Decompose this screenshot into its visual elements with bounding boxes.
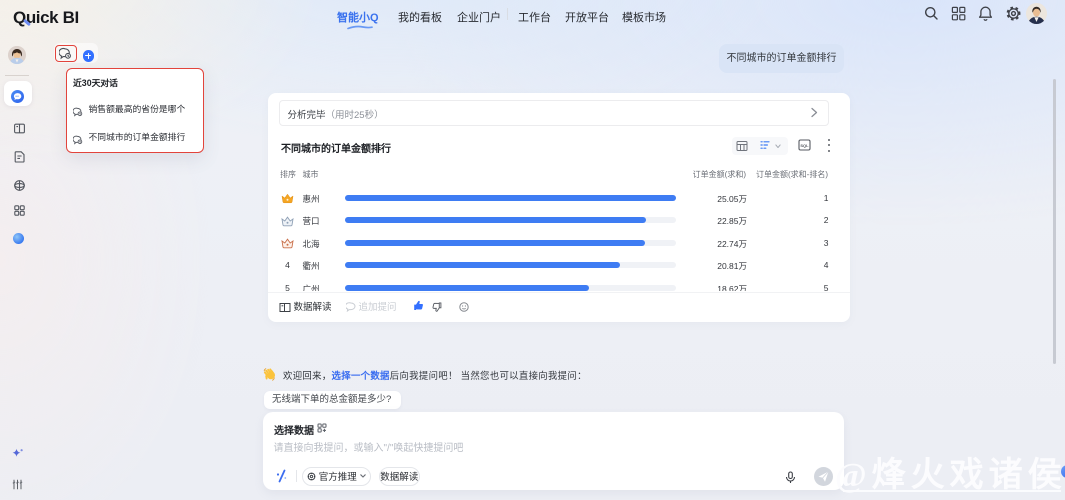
svg-text:SQL: SQL xyxy=(800,143,809,148)
